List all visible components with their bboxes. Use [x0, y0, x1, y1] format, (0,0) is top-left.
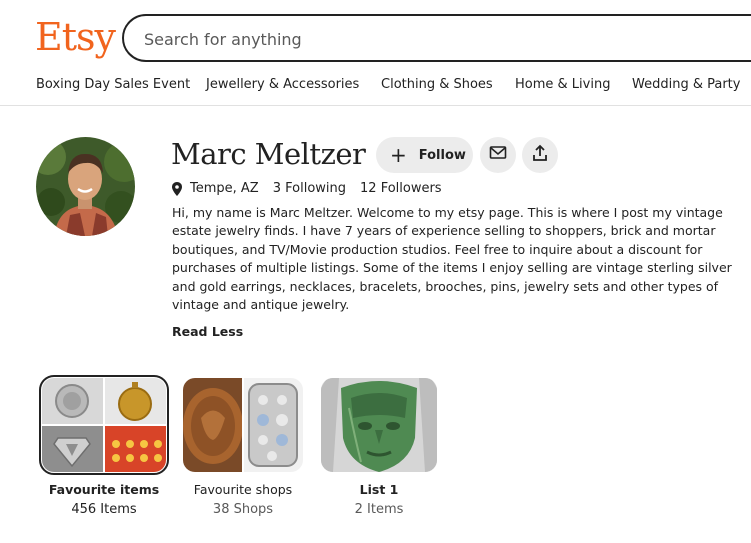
collection-favourite-shops[interactable]: Favourite shops 38 Shops	[183, 378, 303, 517]
profile-name: Marc Meltzer	[171, 137, 366, 171]
collection-thumbnail	[321, 378, 437, 472]
nav-item-home-living[interactable]: Home & Living	[515, 77, 610, 92]
search-bar[interactable]	[122, 14, 751, 62]
search-input[interactable]	[144, 28, 744, 50]
read-less-link[interactable]: Read Less	[172, 324, 243, 339]
follow-button[interactable]: + Follow	[376, 137, 473, 173]
follow-label: Follow	[418, 147, 466, 163]
collection-list-1[interactable]: List 1 2 Items	[321, 378, 437, 517]
followers-link[interactable]: 12 Followers	[360, 181, 442, 196]
plus-icon: +	[390, 143, 407, 167]
nav-item-jewellery[interactable]: Jewellery & Accessories	[206, 77, 359, 92]
following-link[interactable]: 3 Following	[273, 181, 346, 196]
profile-bio: Hi, my name is Marc Meltzer. Welcome to …	[172, 205, 732, 313]
message-button[interactable]	[480, 137, 516, 173]
nav-item-boxing-day[interactable]: Boxing Day Sales Event	[36, 77, 190, 92]
collection-favourite-items[interactable]: Favourite items 456 Items	[39, 375, 169, 517]
envelope-icon	[489, 145, 507, 165]
etsy-logo[interactable]: Etsy	[35, 13, 116, 61]
share-icon	[532, 144, 548, 166]
collection-thumbnail	[183, 378, 303, 472]
collection-count: 2 Items	[354, 502, 404, 517]
profile-meta: Tempe, AZ 3 Following 12 Followers	[172, 181, 456, 196]
share-button[interactable]	[522, 137, 558, 173]
collection-title: List 1	[359, 482, 399, 497]
nav-item-clothing[interactable]: Clothing & Shoes	[381, 77, 493, 92]
collection-thumbnail	[42, 378, 166, 472]
location-text: Tempe, AZ	[190, 181, 259, 196]
nav-item-wedding-party[interactable]: Wedding & Party	[632, 77, 740, 92]
collection-count: 456 Items	[71, 502, 137, 517]
avatar	[36, 137, 135, 236]
category-nav: Boxing Day Sales Event Jewellery & Acces…	[0, 72, 751, 106]
collection-title: Favourite items	[48, 482, 160, 497]
map-pin-icon	[172, 181, 182, 196]
